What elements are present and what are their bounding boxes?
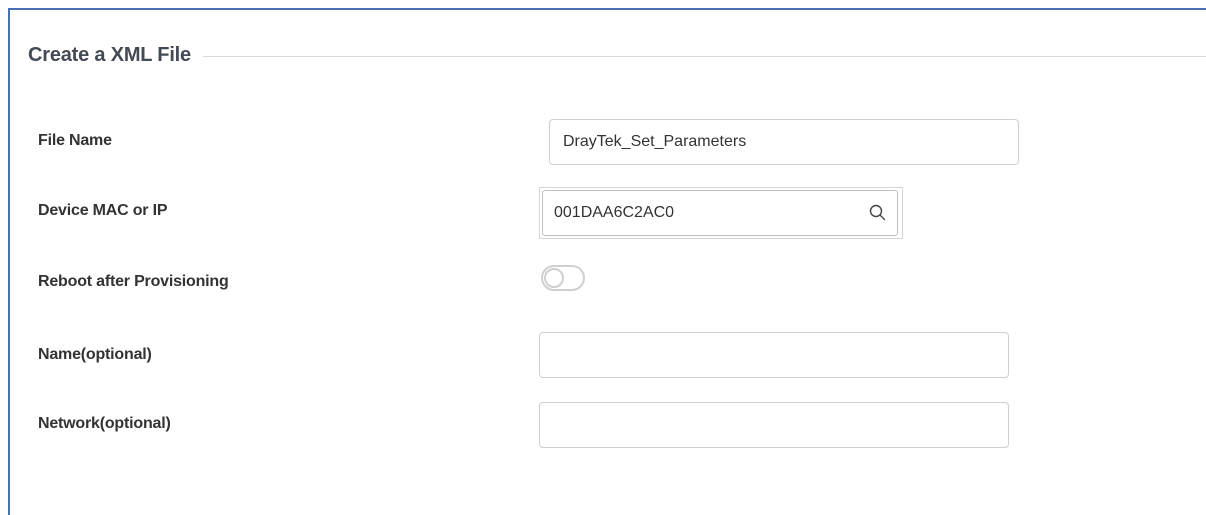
device-mac-ip-label: Device MAC or IP bbox=[38, 202, 168, 219]
device-mac-ip-input[interactable] bbox=[542, 190, 898, 236]
toggle-knob bbox=[544, 268, 564, 288]
section-header: Create a XML File bbox=[28, 44, 1206, 67]
create-xml-panel: Create a XML File File Name Device MAC o… bbox=[8, 8, 1206, 515]
section-divider bbox=[202, 56, 1206, 57]
device-search-box bbox=[539, 187, 903, 239]
name-optional-input[interactable] bbox=[539, 332, 1009, 378]
name-optional-label: Name(optional) bbox=[38, 346, 152, 363]
file-name-label: File Name bbox=[38, 132, 112, 149]
network-optional-input[interactable] bbox=[539, 402, 1009, 448]
network-optional-label: Network(optional) bbox=[38, 415, 171, 432]
reboot-toggle[interactable] bbox=[541, 265, 585, 291]
reboot-label: Reboot after Provisioning bbox=[38, 273, 229, 290]
file-name-input[interactable] bbox=[549, 119, 1019, 165]
section-title: Create a XML File bbox=[28, 44, 191, 66]
search-icon[interactable] bbox=[868, 203, 888, 223]
